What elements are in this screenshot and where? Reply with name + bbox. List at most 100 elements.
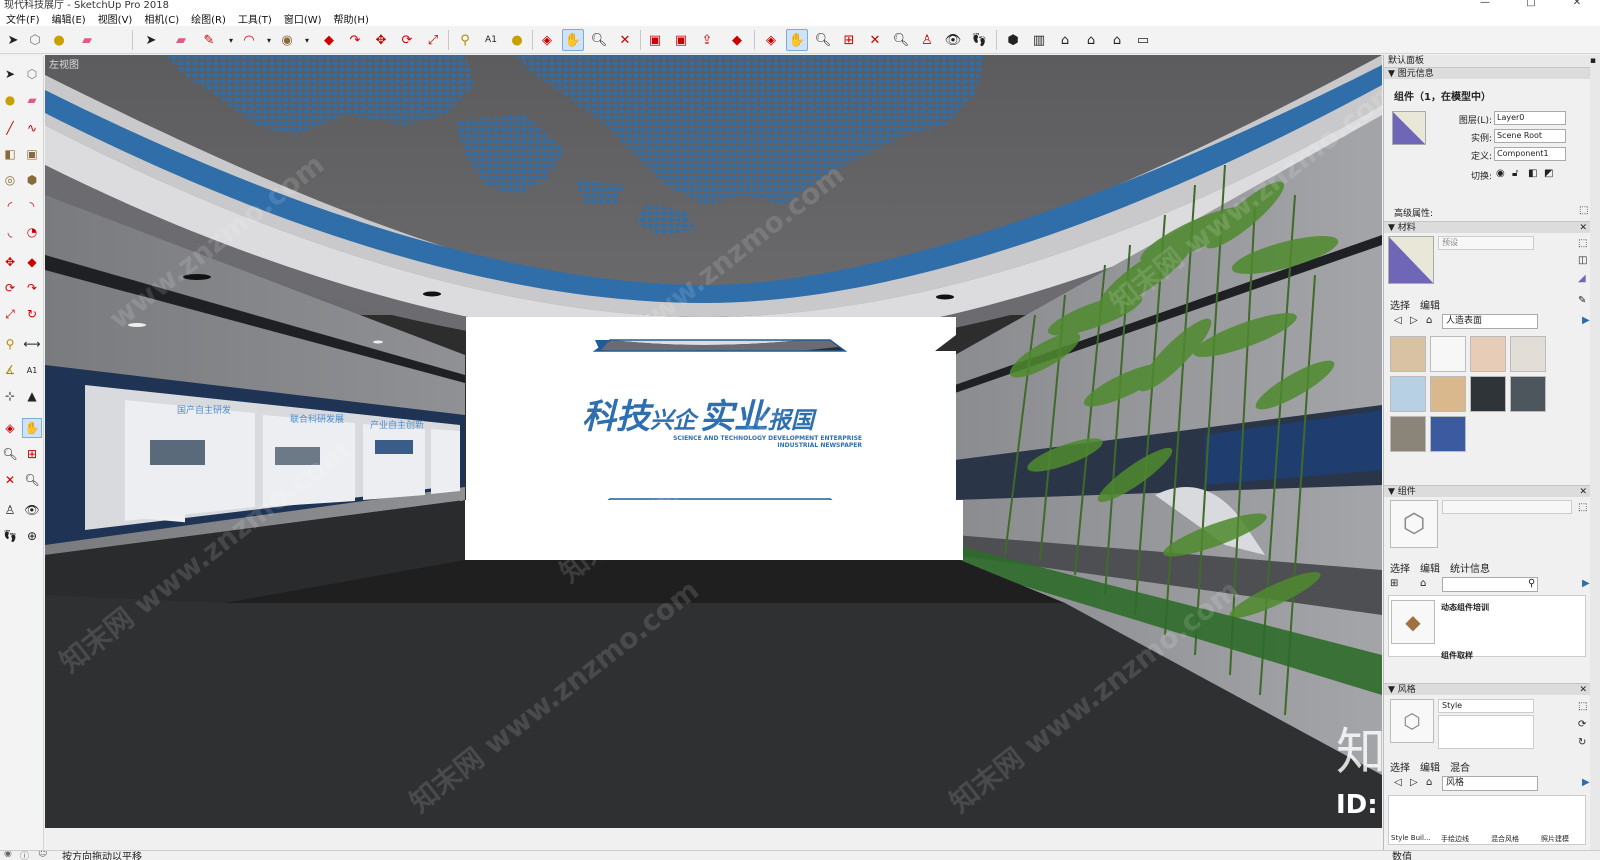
style-name-field[interactable]: Style: [1438, 699, 1534, 713]
instance-field[interactable]: Scene Root: [1494, 129, 1566, 143]
share-model-icon[interactable]: ⇪: [696, 29, 718, 51]
sample-icon[interactable]: ◢: [1578, 273, 1586, 284]
material-swatch[interactable]: [1510, 376, 1546, 412]
line-pencil-icon[interactable]: ✎: [198, 29, 220, 51]
arc-2-icon[interactable]: ◝: [22, 196, 42, 216]
zoom-2-icon[interactable]: 🔍︎: [812, 29, 834, 51]
material-swatch[interactable]: [1390, 336, 1426, 372]
material-swatch[interactable]: [1390, 376, 1426, 412]
tab-mix[interactable]: 混合: [1450, 763, 1470, 774]
menu-tools[interactable]: 工具(T): [232, 11, 278, 26]
material-swatch[interactable]: [1510, 336, 1546, 372]
follow-me-icon[interactable]: ↷: [22, 278, 42, 298]
3d-viewport[interactable]: 左视图 国产自主研发 联合科研发展 产业自主创新 科技兴企 实业报国 SCIEN…: [45, 55, 1382, 828]
entity-material-swatch[interactable]: [1392, 111, 1426, 145]
paint-icon[interactable]: ●: [0, 90, 20, 110]
component-details-icon[interactable]: ⬚: [1578, 502, 1587, 513]
circle-icon[interactable]: ◎: [0, 170, 20, 190]
hide-toggle-icon[interactable]: ◉: [1496, 168, 1505, 179]
right-view-icon[interactable]: ⌂: [1080, 29, 1102, 51]
details-icon[interactable]: ▶: [1582, 777, 1590, 788]
arc-icon[interactable]: ◠: [238, 29, 260, 51]
definition-field[interactable]: Component1: [1494, 147, 1566, 161]
orbit-2-icon[interactable]: ◈: [760, 29, 782, 51]
eraser-icon[interactable]: ▰: [76, 29, 98, 51]
material-swatch[interactable]: [1430, 336, 1466, 372]
tab-statistics[interactable]: 统计信息: [1450, 564, 1490, 575]
credits-icon[interactable]: ⓘ: [20, 851, 29, 860]
forward-icon[interactable]: ▷: [1410, 777, 1418, 788]
menu-window[interactable]: 窗口(W): [278, 11, 328, 26]
material-category-select[interactable]: 人造表面: [1442, 314, 1538, 329]
materials-header[interactable]: ▼ 材料 ✕: [1384, 221, 1591, 233]
receive-shadow-icon[interactable]: ◩: [1544, 168, 1553, 179]
component-name-field[interactable]: [1442, 500, 1572, 514]
scale-icon[interactable]: ⤢: [0, 304, 20, 324]
text-icon[interactable]: A1: [22, 360, 42, 380]
pan-hand-icon[interactable]: ✋: [562, 29, 584, 51]
zoom-icon[interactable]: 🔍︎: [588, 29, 610, 51]
style-preview[interactable]: ⬡: [1390, 699, 1434, 743]
close-icon[interactable]: ✕: [1579, 684, 1587, 696]
push-pull-icon[interactable]: ◆: [318, 29, 340, 51]
look-around-icon[interactable]: 👁︎: [22, 500, 42, 520]
home-icon[interactable]: ⌂: [1420, 578, 1426, 589]
refresh-icon[interactable]: ↻: [1578, 737, 1586, 748]
polygon-icon[interactable]: ⬢: [22, 170, 42, 190]
freehand-icon[interactable]: ∿: [22, 118, 42, 138]
entity-info-header[interactable]: ▼ 图元信息✕: [1384, 67, 1600, 79]
section-plane-icon[interactable]: ⊕: [22, 526, 42, 546]
list-item-thumb[interactable]: ◆: [1391, 600, 1435, 644]
material-swatch[interactable]: [1390, 416, 1426, 452]
material-swatch[interactable]: [1430, 416, 1466, 452]
arc-icon[interactable]: ◜: [0, 196, 20, 216]
eyedropper-icon[interactable]: ✎: [1578, 295, 1586, 306]
scale-icon[interactable]: ⤢: [422, 29, 444, 51]
front-view-icon[interactable]: ⌂: [1054, 29, 1076, 51]
geo-location-icon[interactable]: ◉: [4, 851, 12, 859]
lock-toggle-icon[interactable]: 🔓︎: [1512, 168, 1518, 179]
push-pull-icon[interactable]: ◆: [22, 252, 42, 272]
dimension-icon[interactable]: ⟷: [22, 334, 42, 354]
user-icon[interactable]: ☺: [38, 851, 47, 859]
list-item[interactable]: 组件取样: [1441, 650, 1473, 661]
position-camera-icon[interactable]: ♙: [916, 29, 938, 51]
rotate-icon[interactable]: ⟳: [396, 29, 418, 51]
protractor-icon[interactable]: ∡: [0, 360, 20, 380]
material-swatch[interactable]: [1470, 376, 1506, 412]
shape-dropdown-icon[interactable]: ▾: [296, 29, 318, 51]
pie-icon[interactable]: ◔: [22, 222, 42, 242]
tab-select[interactable]: 选择: [1390, 763, 1410, 774]
details-icon[interactable]: ▶: [1582, 315, 1590, 326]
menu-help[interactable]: 帮助(H): [328, 11, 375, 26]
menu-file[interactable]: 文件(F): [0, 11, 46, 26]
walk-icon[interactable]: 👣︎: [0, 526, 20, 546]
arc-3-icon[interactable]: ◟: [0, 222, 20, 242]
home-icon[interactable]: ⌂: [1426, 315, 1432, 326]
component-search-input[interactable]: [1442, 577, 1538, 592]
update-style-icon[interactable]: ⟳: [1578, 719, 1586, 730]
iso-view-icon[interactable]: ⬢: [1002, 29, 1024, 51]
move-icon[interactable]: ✥: [370, 29, 392, 51]
current-material-swatch[interactable]: [1388, 236, 1434, 284]
tab-edit[interactable]: 编辑: [1420, 763, 1440, 774]
follow-me-icon[interactable]: ↷: [344, 29, 366, 51]
cast-shadow-icon[interactable]: ◧: [1528, 168, 1537, 179]
advanced-attributes-icon[interactable]: ⬚: [1579, 205, 1588, 216]
material-swatch[interactable]: [1430, 376, 1466, 412]
left-view-icon[interactable]: ▭: [1132, 29, 1154, 51]
select-arrow-icon[interactable]: ➤: [2, 29, 24, 51]
zoom-extents-icon[interactable]: ✕: [614, 29, 636, 51]
zoom-extents-2-icon[interactable]: ✕: [864, 29, 886, 51]
component-icon[interactable]: ⬡: [24, 29, 46, 51]
line-icon[interactable]: ╱: [0, 118, 20, 138]
zoom-extents-icon[interactable]: ✕: [0, 470, 20, 490]
style-item[interactable]: 手绘边线: [1441, 834, 1485, 844]
list-item[interactable]: 动态组件培训: [1441, 602, 1489, 613]
rectangle-icon[interactable]: ◧: [0, 144, 20, 164]
eraser-icon[interactable]: ▰: [22, 90, 42, 110]
paint-bucket-icon[interactable]: ●: [48, 29, 70, 51]
select-icon[interactable]: ➤: [0, 64, 20, 84]
select-tool-icon[interactable]: ➤: [140, 29, 162, 51]
position-camera-icon[interactable]: ♙: [0, 500, 20, 520]
